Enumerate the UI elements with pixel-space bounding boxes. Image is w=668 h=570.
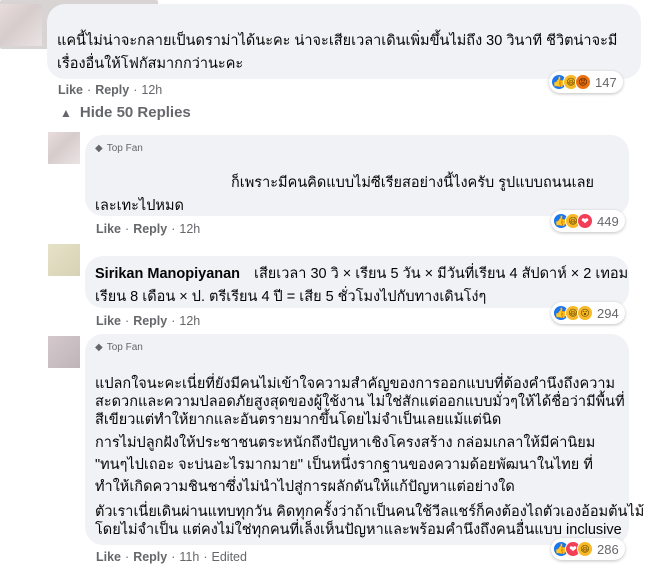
top-fan-badge: ◆ Top Fan: [95, 143, 143, 154]
separator: ·: [133, 83, 138, 97]
reply-text-line: เรียน 8 เดือน × ป. ตรีเรียน 4 ปี = เสีย …: [95, 289, 487, 305]
timestamp[interactable]: 11h: [179, 550, 199, 564]
avatar[interactable]: [0, 4, 42, 46]
comment-actions: Like · Reply · 12h: [58, 83, 162, 97]
reply-actions: Like · Reply · 12h: [96, 314, 200, 328]
like-button[interactable]: Like: [96, 222, 121, 236]
hide-replies-button[interactable]: ▲ Hide 50 Replies: [60, 104, 191, 121]
reply-text-line: การไม่ปลูกฝังให้ประชาชนตระหนักถึงปัญหาเช…: [95, 435, 596, 451]
reply-actions: Like · Reply · 11h · Edited: [96, 550, 247, 564]
reply-button[interactable]: Reply: [133, 314, 167, 328]
diamond-icon: ◆: [95, 143, 103, 154]
diamond-icon: ◆: [95, 342, 103, 353]
haha-icon: 😆: [577, 541, 593, 557]
timestamp[interactable]: 12h: [141, 83, 162, 97]
top-fan-label: Top Fan: [106, 143, 143, 154]
reply-text-line: โดยไม่จำเป็น แต่คงไม่ใช่ทุกคนที่เล็งเห็น…: [95, 522, 622, 538]
reply-button[interactable]: Reply: [133, 550, 167, 564]
like-button[interactable]: Like: [96, 550, 121, 564]
reply-text-line: "ทนๆไปเถอะ จะบ่นอะไรมากมาย" เป็นหนึ่งราก…: [95, 457, 593, 473]
love-icon: ❤: [577, 213, 593, 229]
reaction-count: 286: [597, 541, 619, 557]
reaction-count: 147: [595, 74, 617, 90]
reaction-summary[interactable]: 👍 😆 😮 294: [551, 302, 625, 324]
avatar[interactable]: [48, 132, 80, 164]
comment-text-line: เรื่องอื่นให้โฟกัสมากกว่านะคะ: [57, 56, 244, 72]
like-button[interactable]: Like: [96, 314, 121, 328]
top-fan-label: Top Fan: [106, 342, 143, 353]
hide-replies-label: Hide 50 Replies: [79, 104, 191, 121]
separator: ·: [171, 222, 176, 236]
timestamp[interactable]: 12h: [179, 314, 200, 328]
angry-icon: 😡: [575, 74, 591, 90]
reply-button[interactable]: Reply: [95, 83, 129, 97]
reaction-summary[interactable]: 👍 ❤ 😆 286: [551, 538, 625, 560]
wow-icon: 😮: [577, 305, 593, 321]
reaction-count: 449: [597, 213, 619, 229]
reply-text-line: เละเทะไปหมด: [95, 198, 184, 214]
reaction-summary[interactable]: 👍 😆 ❤ 449: [551, 210, 625, 232]
reaction-count: 294: [597, 305, 619, 321]
edited-label: Edited: [211, 550, 247, 564]
reply-text-line: เสียเวลา 30 วิ × เรียน 5 วัน × มีวันที่เ…: [254, 266, 629, 282]
separator: ·: [171, 314, 176, 328]
reply-text-line: สีเขียวแต่ทำให้ยากและอันตรายมากขึ้นโดยไม…: [95, 412, 502, 428]
separator: ·: [171, 550, 176, 564]
reply-text-line: ก็เพราะมีคนคิดแบบไม่ซีเรียสอย่างนี้ไงครั…: [231, 175, 594, 191]
reply-text-line: ทำให้เกิดความชินชาซึ่งไม่นำไปสู่การผลักด…: [95, 479, 515, 495]
avatar[interactable]: [48, 244, 80, 276]
reaction-summary[interactable]: 👍 😆 😡 147: [549, 71, 623, 93]
reply-button[interactable]: Reply: [133, 222, 167, 236]
chevron-up-icon: ▲: [60, 105, 72, 120]
avatar[interactable]: [48, 336, 80, 368]
top-fan-badge: ◆ Top Fan: [95, 342, 143, 353]
separator: ·: [87, 83, 92, 97]
like-button[interactable]: Like: [58, 83, 83, 97]
separator: ·: [125, 314, 130, 328]
separator: ·: [125, 550, 130, 564]
separator: ·: [203, 550, 208, 564]
comment-text-line: แคนี้ไม่น่าจะกลายเป็นดราม่าได้นะคะ น่าจะ…: [57, 33, 618, 49]
commenter-name[interactable]: Sirikan Manopiyanan: [95, 263, 240, 286]
separator: ·: [125, 222, 130, 236]
reply-actions: Like · Reply · 12h: [96, 222, 200, 236]
timestamp[interactable]: 12h: [179, 222, 200, 236]
